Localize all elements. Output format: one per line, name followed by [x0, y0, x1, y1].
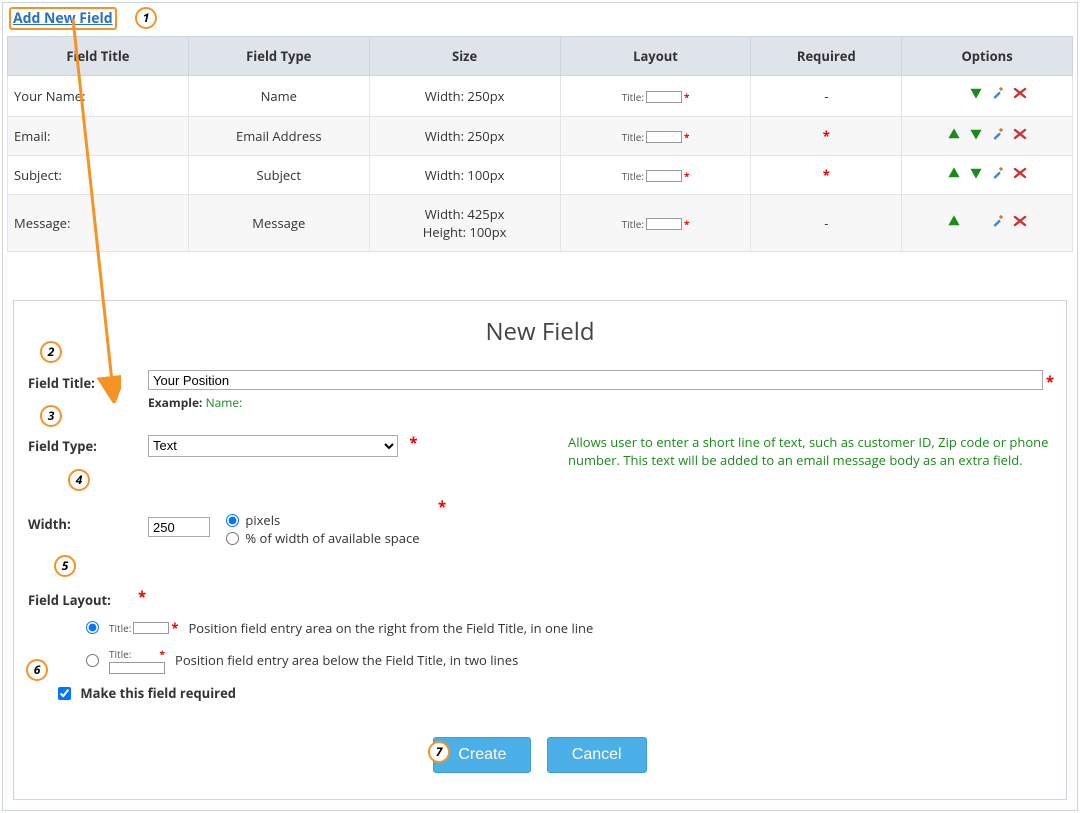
label-field-type: Field Type: — [28, 433, 148, 455]
cell-options — [902, 156, 1073, 195]
cell-required: * — [751, 117, 902, 156]
layout-demo: Title:* — [622, 130, 690, 144]
cell-options — [902, 117, 1073, 156]
row-width: Width: pixels % of width of available sp… — [28, 501, 1052, 547]
move-up-icon[interactable] — [947, 214, 961, 232]
input-field-title[interactable] — [148, 370, 1043, 390]
th-title: Field Title — [8, 37, 189, 76]
cell-title: Email: — [8, 117, 189, 156]
cell-layout: Title:* — [560, 76, 751, 117]
required-asterisk: * — [409, 433, 417, 453]
cell-required: * — [751, 156, 902, 195]
panel-heading: New Field — [28, 315, 1052, 348]
required-asterisk: * — [438, 497, 446, 517]
move-down-icon[interactable] — [969, 86, 983, 104]
th-type: Field Type — [188, 37, 369, 76]
annotation-3: 3 — [40, 405, 62, 427]
cell-title: Subject: — [8, 156, 189, 195]
hint-key: Example: — [148, 394, 202, 411]
cell-type: Subject — [188, 156, 369, 195]
layout-stacked-desc: Position field entry area below the Fiel… — [175, 651, 518, 669]
required-label: Make this field required — [80, 684, 236, 702]
field-type-desc: Allows user to enter a short line of tex… — [568, 433, 1052, 469]
layout-options: Title:* Position field entry area on the… — [86, 619, 1052, 674]
radio-width-pixels[interactable] — [226, 514, 239, 527]
new-field-panel: 2 3 4 5 6 7 New Field Field Title: * Exa… — [13, 300, 1067, 800]
layout-demo: Title:* — [622, 169, 690, 183]
label-width: Width: — [28, 501, 148, 533]
th-required: Required — [751, 37, 902, 76]
layout-stacked-demo: Title: * — [109, 647, 165, 674]
cell-options — [902, 195, 1073, 252]
required-asterisk: * — [138, 587, 146, 607]
label-field-title: Field Title: — [28, 370, 148, 392]
move-up-icon[interactable] — [947, 166, 961, 184]
layout-demo: Title:* — [622, 217, 690, 231]
radio-layout-stacked[interactable] — [86, 654, 99, 667]
hint-value: Name: — [206, 394, 243, 411]
table-row: Email:Email AddressWidth: 250px Title:* * — [8, 117, 1073, 156]
cell-layout: Title:* — [560, 156, 751, 195]
table-row: Subject:SubjectWidth: 100px Title:* * — [8, 156, 1073, 195]
cell-required: - — [751, 76, 902, 117]
cancel-button[interactable]: Cancel — [547, 737, 647, 773]
table-row: Your Name:NameWidth: 250px Title:* - — [8, 76, 1073, 117]
cell-required: - — [751, 195, 902, 252]
cell-options — [902, 76, 1073, 117]
delete-icon[interactable] — [1013, 214, 1027, 232]
layout-inline-desc: Position field entry area on the right f… — [188, 619, 593, 637]
select-field-type[interactable]: Text — [148, 435, 398, 457]
input-width[interactable] — [148, 517, 210, 537]
move-up-icon[interactable] — [947, 127, 961, 145]
cell-type: Email Address — [188, 117, 369, 156]
edit-icon[interactable] — [991, 214, 1005, 232]
th-options: Options — [902, 37, 1073, 76]
cell-type: Message — [188, 195, 369, 252]
annotation-7: 7 — [428, 741, 450, 763]
add-new-field-link[interactable]: Add New Field — [9, 7, 117, 30]
radio-layout-inline[interactable] — [86, 621, 99, 634]
cell-layout: Title:* — [560, 117, 751, 156]
th-layout: Layout — [560, 37, 751, 76]
layout-inline-demo: Title:* — [109, 619, 178, 637]
edit-icon[interactable] — [991, 86, 1005, 104]
row-field-type: Field Type: Text * Allows user to enter … — [28, 433, 1052, 457]
fields-table: Field Title Field Type Size Layout Requi… — [7, 36, 1073, 252]
annotation-2: 2 — [40, 341, 62, 363]
cell-layout: Title:* — [560, 195, 751, 252]
table-row: Message:MessageWidth: 425pxHeight: 100px… — [8, 195, 1073, 252]
annotation-1: 1 — [135, 7, 157, 29]
checkbox-required[interactable] — [58, 687, 71, 700]
cell-size: Width: 100px — [369, 156, 560, 195]
row-field-title: Field Title: * Example: Name: — [28, 370, 1052, 411]
th-size: Size — [369, 37, 560, 76]
move-down-icon[interactable] — [969, 127, 983, 145]
radio-width-percent[interactable] — [226, 532, 239, 545]
cell-size: Width: 250px — [369, 76, 560, 117]
label-field-layout: Field Layout: — [28, 587, 148, 609]
delete-icon[interactable] — [1013, 127, 1027, 145]
cell-title: Your Name: — [8, 76, 189, 117]
cell-size: Width: 250px — [369, 117, 560, 156]
annotation-6: 6 — [26, 659, 48, 681]
cell-title: Message: — [8, 195, 189, 252]
annotation-5: 5 — [54, 555, 76, 577]
delete-icon[interactable] — [1013, 86, 1027, 104]
layout-demo: Title:* — [622, 90, 690, 104]
row-layout: Field Layout: * — [28, 587, 1052, 609]
annotation-4: 4 — [68, 469, 90, 491]
cell-type: Name — [188, 76, 369, 117]
edit-icon[interactable] — [991, 127, 1005, 145]
edit-icon[interactable] — [991, 166, 1005, 184]
required-asterisk: * — [1046, 372, 1054, 392]
move-down-icon[interactable] — [969, 166, 983, 184]
cell-size: Width: 425pxHeight: 100px — [369, 195, 560, 252]
delete-icon[interactable] — [1013, 166, 1027, 184]
